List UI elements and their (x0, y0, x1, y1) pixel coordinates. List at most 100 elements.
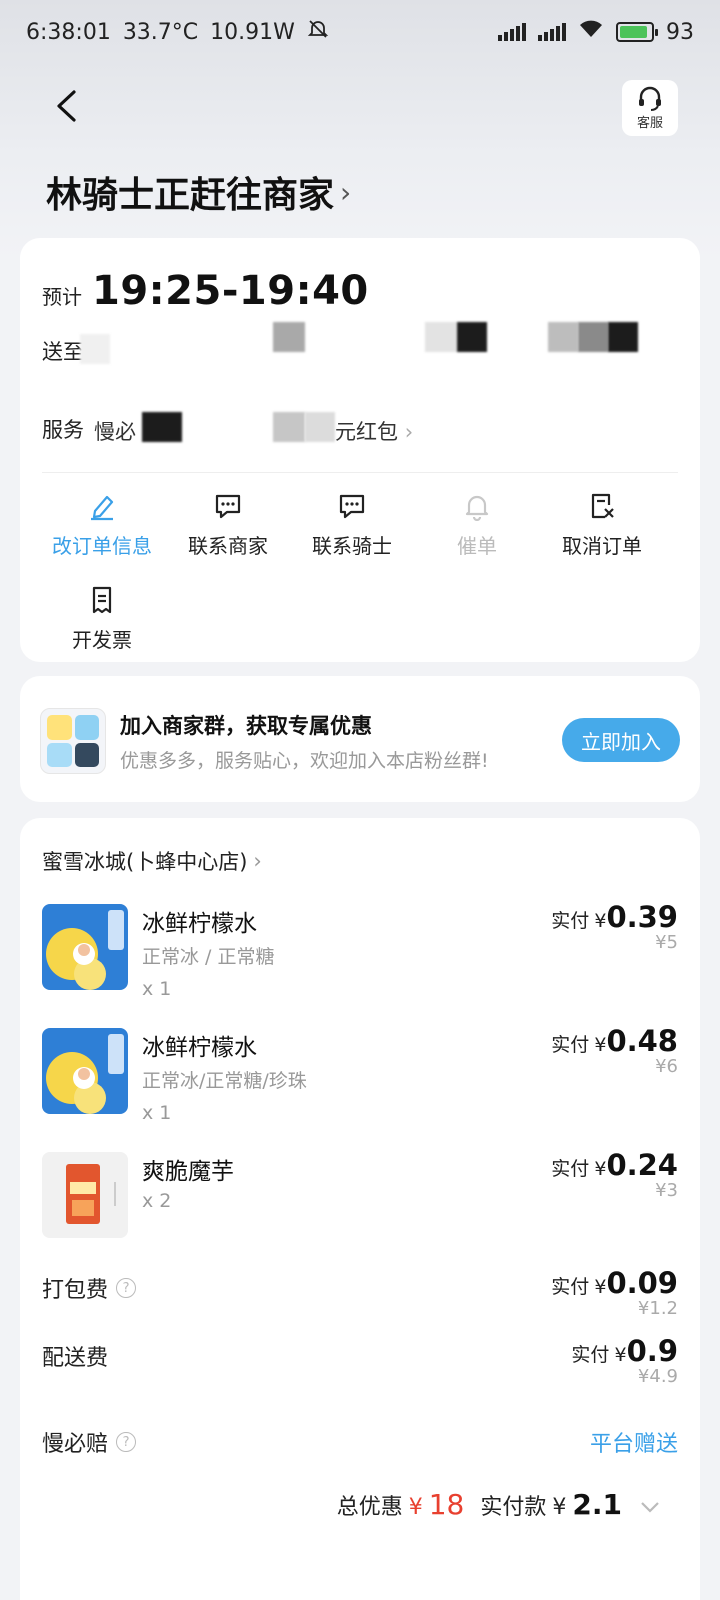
chat-icon (212, 490, 244, 522)
item-price: 实付 ¥0.39 ¥5 (551, 900, 678, 953)
currency: ¥ (614, 1344, 627, 1366)
pay-label: 实付 (571, 1344, 610, 1366)
chevron-down-icon[interactable] (640, 1495, 660, 1520)
paid-amount: 0.48 (606, 1024, 678, 1058)
edit-order-button[interactable]: 改订单信息 (42, 490, 162, 559)
guarantee-label: 慢必赔 (42, 1432, 109, 1457)
chevron-right-icon: › (340, 175, 352, 209)
rider-status-text: 林骑士正赶往商家 (46, 175, 335, 216)
address-redacted (457, 322, 487, 352)
chevron-right-icon: › (404, 420, 414, 444)
divider (42, 472, 678, 473)
item-quantity: x 1 (142, 1102, 172, 1124)
customer-service-button[interactable]: 客服 (622, 80, 678, 136)
bell-icon (461, 490, 493, 522)
item-price: 实付 ¥0.48 ¥6 (551, 1024, 678, 1077)
order-total[interactable]: 总优惠 ¥18 实付款 ¥2.1 (337, 1488, 660, 1521)
packing-fee-label: 打包费 (42, 1278, 109, 1303)
pay-label: 实付 (551, 1034, 590, 1056)
original-price: ¥3 (655, 1180, 678, 1201)
battery-level: 93 (666, 19, 694, 45)
temperature: 33.7°C (122, 19, 199, 45)
invoice-button[interactable]: 开发票 (42, 584, 162, 653)
cancel-order-label: 取消订单 (562, 534, 642, 558)
rider-status-title[interactable]: 林骑士正赶往商家 › (46, 166, 351, 218)
cancel-order-button[interactable]: 取消订单 (542, 490, 662, 559)
currency: ¥ (594, 910, 607, 932)
guarantee-row: 慢必赔? 平台赠送 (42, 1426, 678, 1458)
contact-merchant-button[interactable]: 联系商家 (168, 490, 288, 559)
delivery-fee-label: 配送费 (42, 1346, 109, 1371)
packing-fee-price: 实付 ¥0.09 ¥1.2 (551, 1266, 678, 1319)
item-name: 冰鲜柠檬水 (142, 1035, 257, 1061)
contact-rider-button[interactable]: 联系骑士 (292, 490, 412, 559)
service-redacted (305, 412, 335, 442)
address-redacted (425, 322, 457, 352)
mute-bell-icon (307, 18, 329, 46)
paid-amount: 0.9 (626, 1334, 678, 1368)
group-avatar-collage (40, 708, 106, 774)
item-name: 爽脆魔芋 (142, 1159, 234, 1185)
status-bar: 6:38:01 33.7°C 10.91W 93 (0, 0, 720, 64)
help-icon[interactable]: ? (116, 1432, 137, 1452)
chevron-right-icon: › (253, 849, 262, 873)
address-label: 送至 (42, 340, 84, 364)
eta-label: 预计 (42, 285, 82, 309)
address-redacted (548, 322, 578, 352)
currency: ¥ (408, 1495, 423, 1520)
order-item: 冰鲜柠檬水 正常冰/正常糖/珍珠 x 1 实付 ¥0.48 ¥6 (42, 1024, 678, 1138)
item-spec: 正常冰/正常糖/珍珠 (142, 1070, 307, 1092)
guarantee-value: 平台赠送 (589, 1432, 678, 1457)
cancel-document-icon (586, 490, 618, 522)
group-subtitle: 优惠多多，服务贴心，欢迎加入本店粉丝群! (120, 750, 489, 772)
paid-amount: 0.24 (606, 1148, 678, 1182)
join-group-card: 加入商家群，获取专属优惠 优惠多多，服务贴心，欢迎加入本店粉丝群! 立即加入 (20, 676, 700, 802)
discount-label: 总优惠 (336, 1495, 403, 1520)
help-icon[interactable]: ? (116, 1278, 137, 1298)
currency: ¥ (594, 1034, 607, 1056)
pay-label: 实付 (551, 1158, 590, 1180)
item-quantity: x 1 (142, 978, 172, 1000)
order-item: 爽脆魔芋 x 2 实付 ¥0.24 ¥3 (42, 1148, 678, 1262)
invoice-icon (86, 584, 118, 616)
wifi-icon (578, 19, 604, 45)
lemonade-image (42, 904, 128, 990)
konjac-snack-image (42, 1152, 128, 1238)
signal-icon (498, 23, 526, 41)
chat-icon (336, 490, 368, 522)
item-quantity: x 2 (142, 1190, 172, 1212)
item-spec: 正常冰 / 正常糖 (142, 946, 275, 968)
service-promo-text[interactable]: 元红包 › (335, 416, 413, 446)
order-details-card: 蜜雪冰城(卜蜂中心店) › 冰鲜柠檬水 正常冰 / 正常糖 x 1 实付 ¥0.… (20, 818, 700, 1600)
pay-label: 实付 (551, 1276, 590, 1298)
service-redacted (142, 412, 182, 442)
item-name: 冰鲜柠檬水 (142, 911, 257, 937)
paid-amount: 0.09 (606, 1266, 678, 1300)
lemonade-image (42, 1028, 128, 1114)
item-price: 实付 ¥0.24 ¥3 (551, 1148, 678, 1201)
service-redacted (273, 412, 305, 442)
eta: 预计 19:25-19:40 (42, 268, 369, 314)
battery-icon (616, 22, 658, 42)
back-arrow-icon (57, 90, 76, 122)
original-price: ¥4.9 (637, 1366, 678, 1387)
signal-icon-2 (538, 23, 566, 41)
order-item: 冰鲜柠檬水 正常冰 / 正常糖 x 1 实付 ¥0.39 ¥5 (42, 900, 678, 1014)
shop-link[interactable]: 蜜雪冰城(卜蜂中心店) › (42, 846, 262, 876)
address-redacted (608, 322, 638, 352)
back-button[interactable] (46, 84, 86, 128)
discount-value: 18 (428, 1488, 465, 1521)
edit-pencil-icon (86, 490, 118, 522)
delivery-fee-price: 实付 ¥0.9 ¥4.9 (571, 1334, 678, 1387)
urge-order-button[interactable]: 催单 (417, 490, 537, 559)
address-redacted (578, 322, 608, 352)
currency: ¥ (594, 1158, 607, 1180)
eta-time: 19:25-19:40 (92, 268, 369, 314)
address-redacted (273, 322, 305, 352)
delivery-fee-row: 配送费 实付 ¥0.9 ¥4.9 (42, 1334, 678, 1387)
packing-fee-row: 打包费? 实付 ¥0.09 ¥1.2 (42, 1266, 678, 1319)
original-price: ¥6 (655, 1056, 678, 1077)
contact-rider-label: 联系骑士 (312, 534, 392, 558)
join-now-button[interactable]: 立即加入 (562, 718, 680, 762)
service-label: 服务 (42, 418, 84, 442)
